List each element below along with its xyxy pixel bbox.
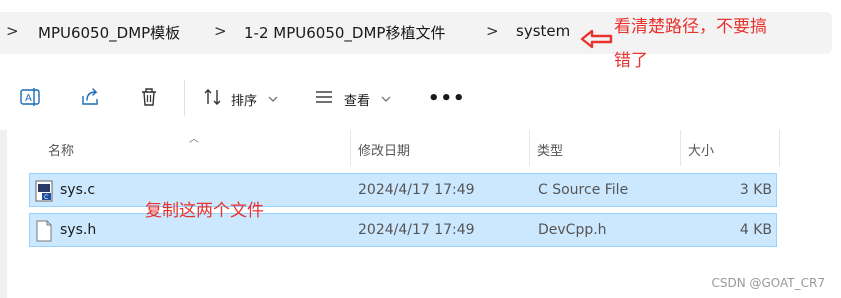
sort-caret-icon: ︿ [189,134,199,145]
chevron-right-icon[interactable]: > [486,22,499,40]
watermark: CSDN @GOAT_CR7 [711,276,825,290]
file-size: 4 KB [739,222,772,238]
table-row[interactable]: C sys.c 2024/4/17 17:49 C Source File 3 … [29,173,777,207]
view-button[interactable]: 查看 [344,90,370,109]
path-note-line1: 看清楚路径，不要搞 [614,17,767,37]
column-header-date[interactable]: 修改日期 [358,140,410,159]
breadcrumb-item-system[interactable]: system [516,22,570,40]
column-header-name[interactable]: 名称 [48,140,74,159]
column-header-size[interactable]: 大小 [688,140,714,159]
sort-icon[interactable] [200,84,226,110]
file-type: DevCpp.h [538,222,607,238]
copy-note: 复制这两个文件 [145,201,264,221]
column-divider [779,130,780,166]
chevron-right-icon[interactable]: > [214,22,227,40]
svg-text:A: A [25,93,32,104]
svg-text:C: C [44,194,48,201]
file-size: 3 KB [739,182,772,198]
sort-button[interactable]: 排序 [231,90,257,109]
command-bar: A 排序 查看 ••• [0,70,841,126]
red-arrow-icon [580,29,613,49]
file-name[interactable]: sys.c [60,182,95,198]
file-name[interactable]: sys.h [60,222,96,238]
column-divider [529,130,530,166]
table-row[interactable]: sys.h 2024/4/17 17:49 DevCpp.h 4 KB [29,213,777,247]
breadcrumb-item-template[interactable]: MPU6050_DMP模板 [38,22,180,43]
file-date: 2024/4/17 17:49 [358,222,475,238]
chevron-down-icon[interactable] [381,96,391,102]
column-divider [350,130,351,166]
trash-icon[interactable] [136,84,162,110]
chevron-right-icon[interactable]: > [6,22,19,40]
chevron-down-icon[interactable] [268,96,278,102]
file-date: 2024/4/17 17:49 [358,182,475,198]
column-divider [680,130,681,166]
breadcrumb-item-port-files[interactable]: 1-2 MPU6050_DMP移植文件 [244,22,445,43]
share-icon[interactable] [77,84,103,110]
more-options-button[interactable]: ••• [428,88,466,109]
rename-icon[interactable]: A [17,84,43,110]
view-icon[interactable] [311,84,337,110]
file-type: C Source File [538,182,629,198]
column-header-type[interactable]: 类型 [537,140,563,159]
navigation-pane-edge [0,130,7,298]
toolbar-divider [184,80,185,116]
text-file-icon [36,220,52,242]
c-source-file-icon: C [35,180,53,202]
